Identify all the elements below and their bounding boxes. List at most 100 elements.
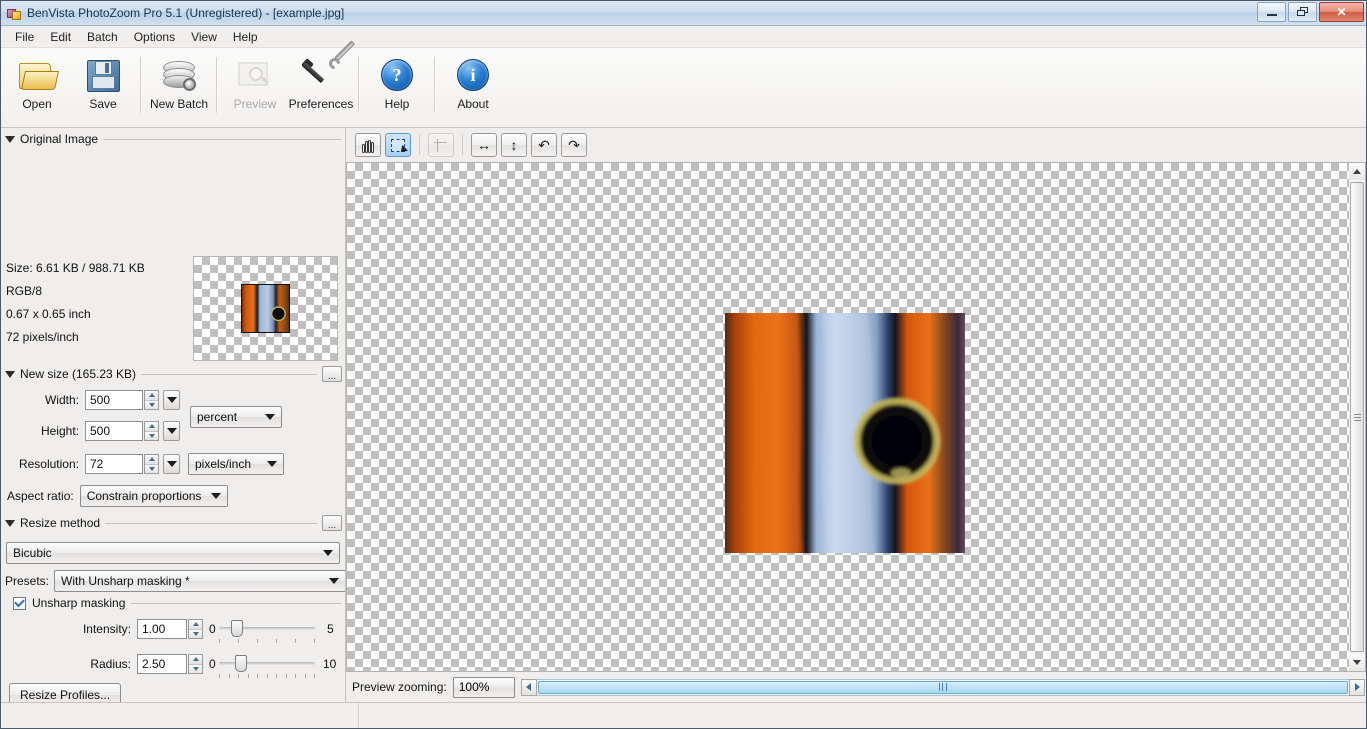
resolution-stepper-up[interactable] [145,455,158,465]
grip-icon [938,683,947,691]
pan-tool-button[interactable] [355,133,381,157]
select-tool-button[interactable] [385,133,411,157]
resize-method-options-button[interactable]: ... [322,515,342,531]
about-button-label: About [457,97,489,111]
radius-slider[interactable] [219,654,315,678]
height-stepper[interactable] [144,421,159,441]
resize-profiles-button[interactable]: Resize Profiles... [9,683,122,702]
resolution-stepper-down[interactable] [145,464,158,473]
menu-item-edit[interactable]: Edit [42,28,79,46]
zoom-bar: Preview zooming: 100% [346,672,1366,702]
horizontal-scroll-track[interactable] [536,678,1349,696]
chevron-down-icon [267,461,277,467]
intensity-stepper-down[interactable] [189,629,202,638]
section-divider [141,374,317,375]
menu-item-view[interactable]: View [183,28,225,46]
collapse-triangle-icon[interactable] [5,519,15,527]
minimize-button[interactable] [1257,2,1286,22]
preferences-button[interactable]: Preferences [288,40,355,111]
intensity-stepper[interactable] [188,619,203,639]
about-button[interactable]: i About [440,51,506,111]
restore-button[interactable] [1288,2,1317,22]
resolution-input[interactable] [85,454,143,474]
height-stepper-down[interactable] [145,431,158,440]
menu-item-options[interactable]: Options [126,28,183,46]
image-canvas[interactable] [346,162,1349,672]
title-bar: BenVista PhotoZoom Pro 5.1 (Unregistered… [1,1,1366,26]
aspect-ratio-label: Aspect ratio: [7,489,74,503]
scroll-down-button[interactable] [1349,654,1365,671]
width-stepper-down[interactable] [145,400,158,409]
rotate-right-button[interactable]: ↷ [561,133,587,157]
original-image-section-header[interactable]: Original Image [1,128,345,148]
vertical-scrollbar[interactable] [1349,162,1366,672]
preview-button-label: Preview [233,97,277,111]
horizontal-scroll-thumb[interactable] [537,680,1348,694]
unsharp-masking-checkbox[interactable] [13,596,26,610]
vertical-scroll-track[interactable] [1349,180,1365,654]
presets-select[interactable]: With Unsharp masking * [54,570,345,592]
height-label: Height: [40,424,79,438]
collapse-triangle-icon[interactable] [5,135,15,143]
original-color-mode: RGB/8 [6,284,43,298]
open-button[interactable]: Open [4,51,70,111]
height-menu-button[interactable] [163,421,180,441]
radius-input[interactable] [137,654,187,674]
resize-method-section-header[interactable]: Resize method ... [1,511,345,533]
new-batch-button[interactable]: New Batch [146,51,212,111]
horizontal-scrollbar[interactable] [520,678,1365,696]
collapse-triangle-icon[interactable] [5,370,15,378]
folder-open-icon [18,54,60,96]
vertical-scroll-thumb[interactable] [1350,182,1364,652]
height-stepper-up[interactable] [145,422,158,432]
width-stepper-up[interactable] [145,391,158,401]
scroll-right-button[interactable] [1349,678,1365,696]
intensity-input[interactable] [137,619,187,639]
hammer-wrench-icon [301,40,355,96]
resolution-label: Resolution: [18,457,79,471]
chevron-down-icon [265,414,275,420]
radius-slider-thumb[interactable] [235,655,247,672]
resolution-menu-button[interactable] [163,454,180,474]
help-button[interactable]: ? Help [364,51,430,111]
width-input[interactable] [85,390,143,410]
close-button[interactable]: ✕ [1319,2,1364,22]
chevron-down-icon [166,397,177,403]
radius-stepper[interactable] [188,654,203,674]
new-size-options-button[interactable]: ... [322,366,342,382]
flip-horizontal-button[interactable]: ↔ [471,133,497,157]
radius-stepper-down[interactable] [189,664,202,673]
menu-item-batch[interactable]: Batch [79,28,126,46]
scroll-left-button[interactable] [520,678,537,696]
menu-item-file[interactable]: File [7,28,42,46]
intensity-slider[interactable] [219,619,315,643]
radius-slider-ticks [219,674,315,679]
intensity-min-label: 0 [209,622,216,636]
menu-item-help[interactable]: Help [225,28,266,46]
width-stepper[interactable] [144,390,159,410]
original-size: Size: 6.61 KB / 988.71 KB [6,261,145,275]
rotate-left-button[interactable]: ↶ [531,133,557,157]
thumbnail-image [241,284,290,333]
radius-stepper-up[interactable] [189,655,202,665]
height-input[interactable] [85,421,143,441]
size-unit-select[interactable]: percent [190,406,282,428]
main-body: Original Image Size: 6.61 KB / 988.71 KB… [1,128,1366,702]
chevron-down-icon [166,428,177,434]
flip-vertical-button[interactable]: ↕ [501,133,527,157]
preview-image[interactable] [725,313,965,553]
save-button[interactable]: Save [70,51,136,111]
resolution-stepper[interactable] [144,454,159,474]
resize-method-title: Resize method [20,516,101,530]
resolution-unit-select[interactable]: pixels/inch [188,453,284,475]
new-size-section-header[interactable]: New size (165.23 KB) ... [1,362,345,384]
intensity-stepper-up[interactable] [189,620,202,630]
scroll-up-button[interactable] [1349,163,1365,180]
resize-method-select[interactable]: Bicubic [6,542,340,564]
presets-row: Presets: With Unsharp masking * [5,570,345,592]
aspect-ratio-select[interactable]: Constrain proportions [79,485,228,507]
radius-slider-track [219,662,315,665]
zoom-level-select[interactable]: 100% [452,676,515,698]
intensity-slider-thumb[interactable] [231,620,243,637]
width-menu-button[interactable] [163,390,180,410]
